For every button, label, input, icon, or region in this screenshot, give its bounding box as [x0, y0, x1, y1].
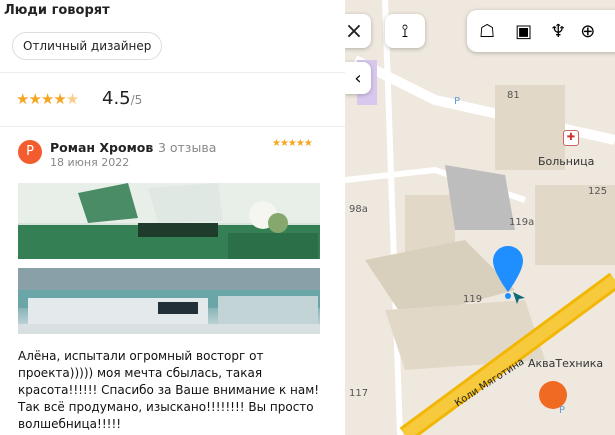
review-photo-1[interactable] [18, 183, 320, 259]
parking-label: P [559, 405, 566, 416]
tag-chip-excellent-designer[interactable]: Отличный дизайнер [12, 32, 163, 60]
review-stars: ★★★★★ [272, 138, 313, 149]
building-98a-label: 98а [349, 204, 368, 215]
collapse-panel-button[interactable]: ‹ [345, 62, 371, 94]
hospital-label: Больница [538, 155, 595, 168]
building-119a-label: 119а [509, 217, 535, 228]
chevron-left-icon: ‹ [354, 67, 362, 89]
more-icon[interactable]: ⊕ [580, 21, 595, 42]
interior-photo-image [18, 268, 320, 334]
building-81-label: 81 [507, 90, 520, 101]
review-count: · 3 отзыва [150, 140, 217, 155]
section-title: Люди говорят [4, 3, 110, 18]
parking-label: P [454, 96, 461, 107]
avatar[interactable]: Р [18, 140, 42, 164]
map-category-bar: ☖ ▣ ♆ ⊕ [467, 10, 615, 52]
building-117-label: 117 [349, 388, 369, 399]
akvatekhnika-label: АкваТехника [528, 357, 604, 370]
cursor-arrow-icon [513, 292, 525, 304]
route-button[interactable]: ⟟ [385, 14, 425, 48]
close-map-button[interactable]: × [345, 14, 371, 48]
review-date: 18 июня 2022 [50, 156, 130, 169]
review-author[interactable]: Роман Хромов [50, 140, 153, 155]
hospital-icon: ✚ [566, 132, 576, 143]
hospital-marker[interactable]: ✚ [563, 130, 579, 146]
review-count-text: 3 отзыва [157, 140, 217, 155]
building-125-label: 125 [588, 186, 608, 197]
building-119-label: 119 [463, 294, 483, 305]
divider [0, 126, 345, 127]
interior-photo-image [18, 183, 320, 259]
review-text: Алёна, испытали огромный восторг от прое… [18, 349, 320, 431]
rating-value: 4.5/5 [102, 88, 142, 109]
reviews-panel: Люди говорят Отличный дизайнер ★★★★★ 4.5… [0, 0, 345, 435]
map[interactable]: × ⟟ ☖ ▣ ♆ ⊕ ‹ P 81 ✚ Больница 125 98а 11… [345, 0, 615, 435]
rating-stars: ★★★★★ [16, 90, 79, 108]
bus-icon[interactable]: ▣ [515, 21, 532, 42]
route-icon: ⟟ [401, 20, 409, 42]
restaurant-icon[interactable]: ♆ [550, 21, 566, 42]
tourism-icon[interactable]: ☖ [479, 21, 495, 42]
rating-number: 4.5 [102, 88, 131, 109]
close-icon: × [345, 18, 364, 44]
review-photo-2[interactable] [18, 268, 320, 334]
rating-scale: /5 [130, 93, 143, 107]
divider [0, 72, 345, 73]
